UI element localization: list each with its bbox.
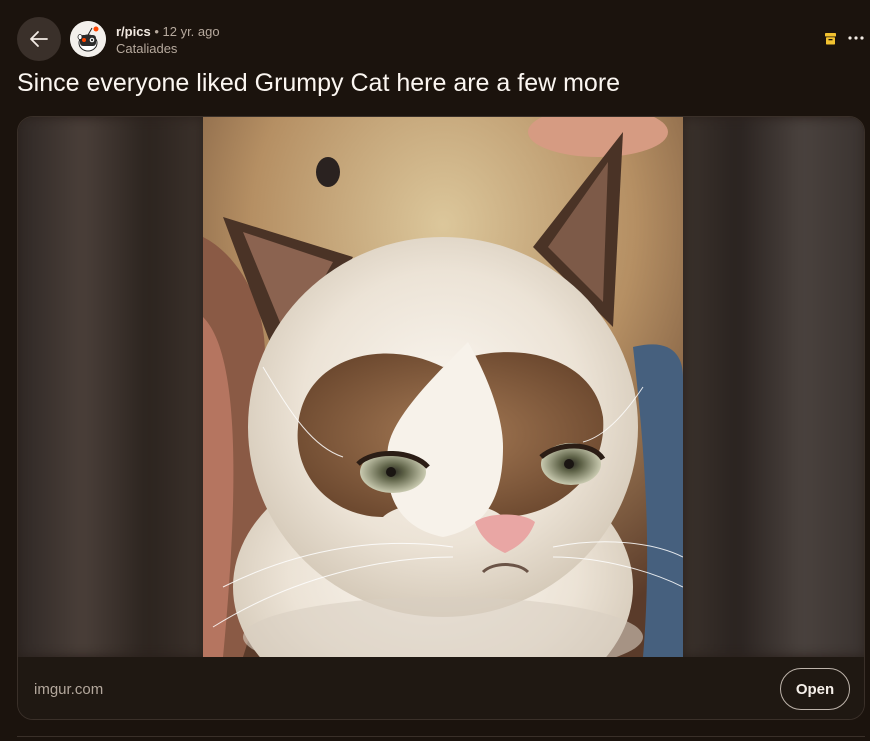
subreddit-avatar[interactable]: [70, 21, 106, 57]
more-horizontal-icon: [848, 36, 864, 40]
subreddit-link[interactable]: r/pics: [116, 24, 151, 39]
back-button[interactable]: [17, 17, 61, 61]
post-age: 12 yr. ago: [162, 24, 220, 39]
open-button[interactable]: Open: [780, 668, 850, 710]
blurred-backdrop-left: [18, 117, 203, 657]
divider: [17, 736, 865, 737]
author-link[interactable]: Cataliades: [116, 41, 220, 57]
meta-separator: •: [154, 24, 159, 39]
post-meta: r/pics • 12 yr. ago Cataliades: [116, 24, 220, 57]
post-title: Since everyone liked Grumpy Cat here are…: [17, 69, 621, 97]
grumpy-cat-photo[interactable]: [203, 117, 683, 657]
more-options-button[interactable]: [846, 28, 866, 48]
link-domain[interactable]: imgur.com: [34, 681, 103, 698]
arrow-left-icon: [30, 31, 48, 47]
media-footer: imgur.com Open: [18, 657, 864, 719]
blurred-backdrop-right: [683, 117, 864, 657]
subreddit-logo-icon: [70, 21, 106, 57]
post-page: r/pics • 12 yr. ago Cataliades Since eve…: [0, 0, 870, 741]
media-container[interactable]: [18, 117, 864, 657]
media-card: imgur.com Open: [17, 116, 865, 720]
archive-icon: [825, 33, 836, 45]
